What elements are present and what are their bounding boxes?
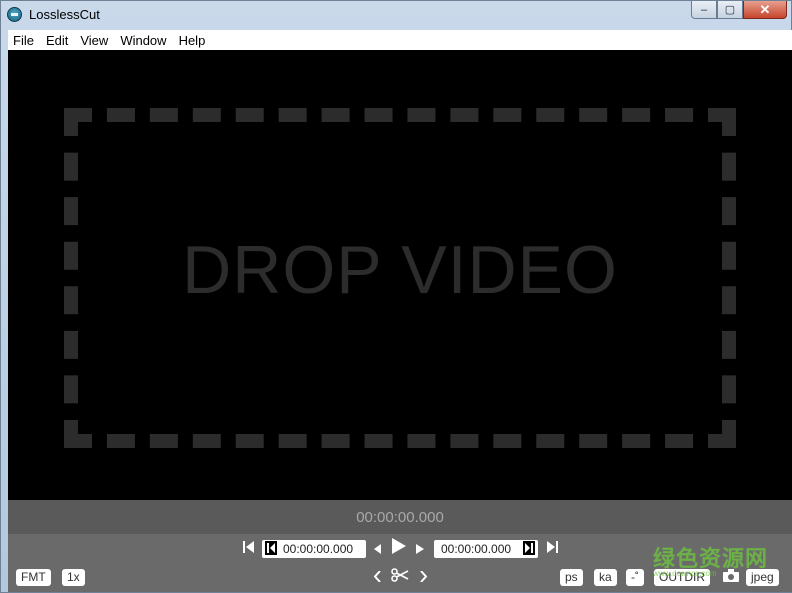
window-controls: ‒ ▢ ✕ [691, 1, 787, 21]
watermark-text: 绿色资源网 [653, 546, 769, 571]
current-time-display: 00:00:00.000 [356, 508, 444, 526]
cut-end-time-value: 00:00:00.000 [441, 542, 512, 556]
maximize-button[interactable]: ▢ [717, 1, 743, 19]
app-window: LosslessCut ‒ ▢ ✕ File Edit View Window … [0, 0, 792, 593]
title-bar[interactable]: LosslessCut ‒ ▢ ✕ [1, 1, 792, 29]
timeline-bar[interactable]: 00:00:00.000 [8, 500, 792, 534]
app-client-area: File Edit View Window Help DROP VIDEO 00… [8, 30, 792, 592]
set-cut-end-icon[interactable] [523, 541, 535, 560]
maximize-icon: ▢ [724, 4, 736, 16]
step-back-icon[interactable] [371, 538, 385, 560]
menu-edit[interactable]: Edit [40, 33, 74, 48]
skip-to-start-icon[interactable] [241, 538, 257, 560]
drop-video-text: DROP VIDEO [182, 232, 618, 308]
cut-end-time-input[interactable]: 00:00:00.000 [434, 540, 538, 558]
menu-file[interactable]: File [8, 33, 40, 48]
close-button[interactable]: ✕ [743, 1, 787, 19]
app-icon [7, 7, 22, 22]
cut-start-time-value: 00:00:00.000 [283, 542, 354, 556]
rotation-button[interactable]: -˚ [626, 569, 644, 586]
skip-to-end-icon[interactable] [544, 538, 560, 560]
menu-view[interactable]: View [74, 33, 114, 48]
minimize-button[interactable]: ‒ [691, 1, 717, 19]
play-icon[interactable] [390, 538, 408, 560]
video-drop-zone[interactable]: DROP VIDEO [8, 50, 792, 500]
close-icon: ✕ [759, 1, 771, 17]
format-button[interactable]: FMT [16, 569, 51, 586]
keyframe-cut-toggle-button[interactable]: ka [594, 569, 617, 586]
ps-toggle-button[interactable]: ps [560, 569, 583, 586]
playback-speed-button[interactable]: 1x [62, 569, 85, 586]
next-segment-icon[interactable] [416, 566, 430, 588]
menu-bar: File Edit View Window Help [8, 30, 792, 50]
step-forward-icon[interactable] [413, 538, 427, 560]
window-title: LosslessCut [29, 7, 100, 22]
menu-help[interactable]: Help [173, 33, 212, 48]
watermark: 绿色资源网 www.downcc.com [653, 541, 768, 578]
prev-segment-icon[interactable] [370, 566, 384, 588]
menu-window[interactable]: Window [114, 33, 172, 48]
set-cut-start-icon[interactable] [265, 541, 277, 560]
minimize-icon: ‒ [700, 3, 708, 16]
cut-start-time-input[interactable]: 00:00:00.000 [262, 540, 366, 558]
scissors-icon[interactable] [390, 566, 410, 588]
